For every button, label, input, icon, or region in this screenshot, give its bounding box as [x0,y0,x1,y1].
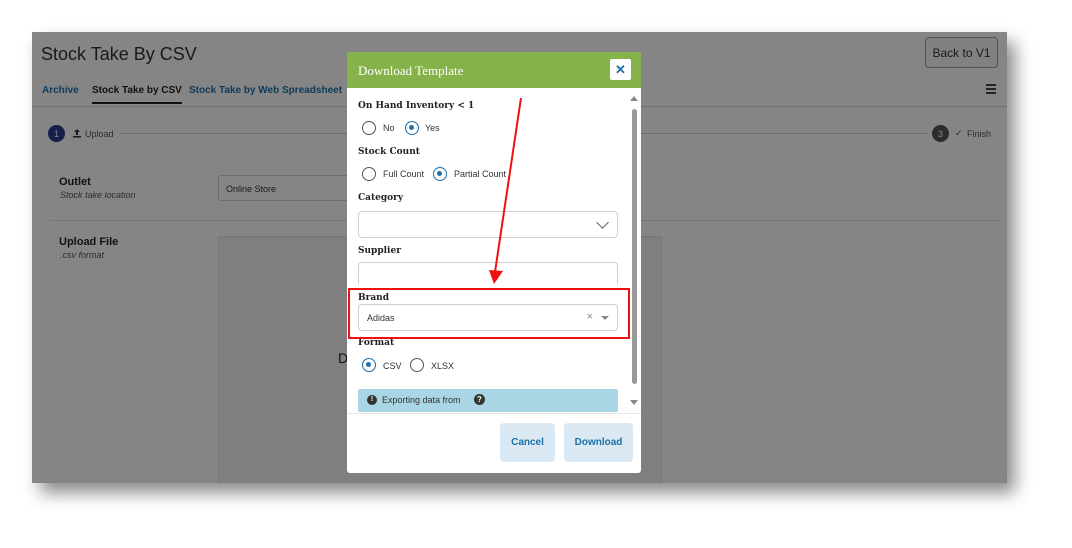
modal-header: Download Template ✕ [347,52,641,88]
modal-footer-divider [347,413,641,414]
on-hand-no-radio[interactable] [362,121,376,135]
csv-label: CSV [383,361,402,371]
modal-scrollbar[interactable] [630,94,639,408]
csv-radio[interactable] [362,358,376,372]
on-hand-yes-radio[interactable] [405,121,419,135]
scroll-up-arrow-icon[interactable] [630,96,638,101]
brand-highlight-box [348,288,630,339]
xlsx-radio[interactable] [410,358,424,372]
full-count-radio[interactable] [362,167,376,181]
scroll-down-arrow-icon[interactable] [630,400,638,405]
modal-title: Download Template [358,63,464,78]
exclamation-icon: ! [367,395,377,405]
exporting-info-text: Exporting data from [382,395,461,405]
format-label: Format [358,338,395,348]
download-button[interactable]: Download [564,423,633,462]
xlsx-label: XLSX [431,361,455,371]
category-label: Category [358,193,404,203]
on-hand-no-label: No [383,123,395,133]
cancel-button[interactable]: Cancel [500,423,555,462]
download-template-modal: Download Template ✕ On Hand Inventory < … [347,52,641,473]
help-icon[interactable]: ? [474,394,485,405]
scroll-thumb[interactable] [632,109,637,384]
on-hand-yes-label: Yes [425,123,440,133]
stock-count-label: Stock Count [358,147,420,157]
exporting-info-bar: ! Exporting data from ? [358,389,618,412]
partial-count-radio[interactable] [433,167,447,181]
category-select[interactable] [358,211,618,238]
close-icon[interactable]: ✕ [610,59,631,80]
screenshot-frame: Stock Take By CSV Back to V1 Archive Sto… [32,32,1007,483]
full-count-label: Full Count [383,169,425,179]
supplier-select[interactable] [358,262,618,284]
chevron-down-icon [596,216,609,229]
supplier-label: Supplier [358,246,401,256]
on-hand-inventory-label: On Hand Inventory < 1 [358,101,475,111]
partial-count-label: Partial Count [454,169,507,179]
